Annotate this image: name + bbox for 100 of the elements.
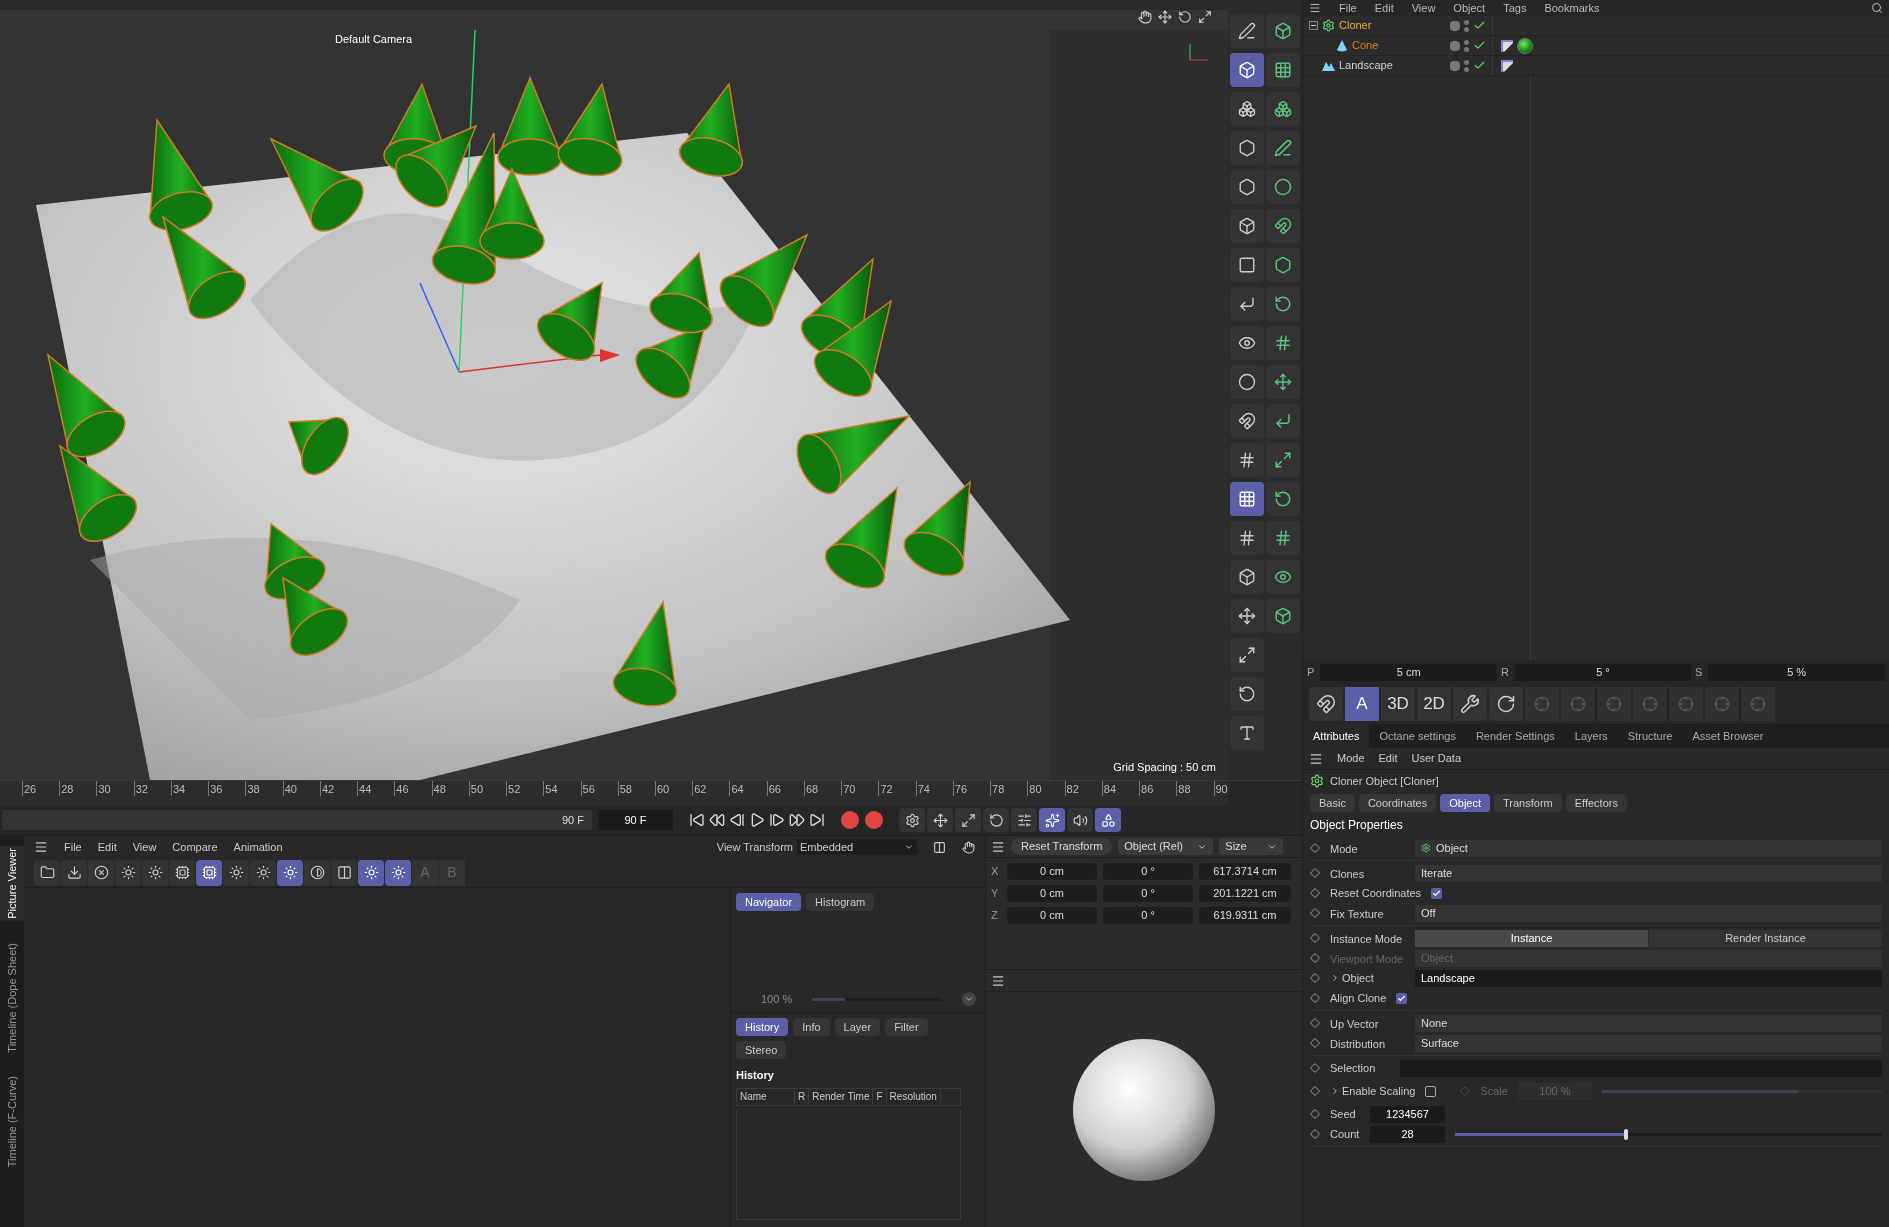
visibility-dots-icon[interactable]	[1464, 39, 1469, 52]
go-to-end-icon[interactable]	[809, 812, 825, 828]
hexagon-button[interactable]	[1230, 170, 1264, 204]
camera-label[interactable]: Default Camera	[335, 31, 413, 48]
previous-frame-icon[interactable]	[729, 812, 745, 828]
keyframe-diamond-icon[interactable]	[1310, 843, 1320, 853]
dropdown-button[interactable]	[962, 992, 977, 1006]
menu-item[interactable]: User Data	[1411, 750, 1462, 767]
pen-button[interactable]	[1230, 14, 1264, 48]
magnet-button[interactable]	[1230, 404, 1264, 438]
rotate-button[interactable]	[1230, 677, 1264, 711]
grid-button[interactable]	[1266, 53, 1300, 87]
tab[interactable]: Effectors	[1565, 794, 1627, 812]
burst-button[interactable]	[115, 859, 141, 886]
dropdown-field[interactable]: Object	[1415, 839, 1882, 857]
go-to-start-icon[interactable]	[689, 812, 705, 828]
menu-item[interactable]: Edit	[1378, 750, 1398, 767]
circle-button[interactable]	[1230, 365, 1264, 399]
view-transform-dropdown[interactable]: Embedded	[797, 839, 917, 855]
menu-item[interactable]: Animation	[233, 838, 283, 856]
checkbox[interactable]	[1431, 887, 1443, 899]
layer-icon[interactable]	[1450, 40, 1460, 51]
menu-item[interactable]: Edit	[97, 838, 117, 856]
tab[interactable]: Layer	[834, 1018, 881, 1036]
chip-button[interactable]	[169, 859, 195, 886]
expand-toggle[interactable]	[1309, 21, 1318, 30]
column-header[interactable]: Name	[737, 1089, 795, 1104]
previous-key-icon[interactable]	[709, 812, 725, 828]
size-field[interactable]: 619.9311 cm	[1199, 907, 1291, 924]
number-field[interactable]: 28	[1370, 1125, 1445, 1143]
side-tab[interactable]: Picture Viewer	[0, 846, 25, 921]
column-header[interactable]: Resolution	[886, 1089, 941, 1104]
menu-item[interactable]: Bookmarks	[1544, 0, 1600, 17]
side-tab[interactable]: Timeline (Dope Sheet)	[0, 940, 25, 1055]
dropdown-field[interactable]: Surface	[1415, 1034, 1882, 1052]
panel-tab[interactable]: Render Settings	[1465, 724, 1565, 748]
cube-button[interactable]	[1230, 560, 1264, 594]
size-field[interactable]: 201.1221 cm	[1199, 885, 1291, 902]
cubes-button[interactable]	[1230, 92, 1264, 126]
menu-item[interactable]: Mode	[1337, 750, 1365, 767]
layer-icon[interactable]	[1450, 60, 1460, 71]
cube-button[interactable]	[1230, 53, 1264, 87]
tab[interactable]: Filter	[885, 1018, 928, 1036]
menu-item[interactable]: File	[64, 838, 82, 856]
panel-tab[interactable]: Layers	[1564, 724, 1618, 748]
move-button[interactable]	[1230, 599, 1264, 633]
rotate-icon[interactable]	[1178, 10, 1192, 24]
size-mode-dropdown[interactable]: Size	[1219, 838, 1284, 855]
sparkles-button[interactable]	[1039, 808, 1065, 832]
move-button[interactable]	[1266, 365, 1300, 399]
snap-mode-button[interactable]: A	[1345, 687, 1379, 721]
scale-button[interactable]	[1266, 443, 1300, 477]
settings-button[interactable]	[899, 808, 925, 832]
phong-tag-icon[interactable]	[1501, 59, 1513, 72]
dropdown-field[interactable]: Off	[1415, 904, 1882, 922]
menu-item[interactable]: Tags	[1503, 0, 1527, 17]
scale-button[interactable]	[1230, 638, 1264, 672]
end-frame-field[interactable]: 90 F	[562, 811, 584, 829]
maximize-icon[interactable]	[1198, 10, 1212, 24]
axis-button[interactable]	[1266, 404, 1300, 438]
text-button[interactable]	[1230, 716, 1264, 750]
move-icon[interactable]	[1158, 10, 1172, 24]
wrench-button[interactable]	[1453, 687, 1487, 721]
stop-button[interactable]	[88, 859, 114, 886]
axis-button[interactable]	[1230, 287, 1264, 321]
rotate-button[interactable]	[983, 808, 1009, 832]
tab[interactable]: History	[736, 1018, 789, 1036]
current-frame-field[interactable]: 90 F	[598, 810, 673, 830]
sliders-button[interactable]	[1011, 808, 1037, 832]
dropdown-field[interactable]: Iterate	[1415, 864, 1882, 882]
snap-value-field[interactable]: 5 cm	[1320, 663, 1497, 681]
layer-icon[interactable]	[1450, 20, 1460, 31]
cube-button[interactable]	[1266, 599, 1300, 633]
pan-icon[interactable]	[1138, 10, 1152, 24]
dropdown-field[interactable]: None	[1415, 1014, 1882, 1032]
size-field[interactable]: 617.3714 cm	[1199, 863, 1291, 880]
menu-icon[interactable]	[1309, 751, 1323, 766]
scale-button[interactable]	[955, 808, 981, 832]
menu-item[interactable]: Object	[1453, 0, 1486, 17]
compare-button[interactable]	[331, 859, 357, 886]
check-icon[interactable]	[1473, 19, 1486, 32]
timeline-ruler[interactable]: 26 28 30 32 34 36 38 40 42 44 46 48 50 52 54 56 58 60 62 64 66 68 70 72 74 76 78 80 82 84 86 88 90	[0, 781, 1228, 805]
contrast-button[interactable]	[304, 859, 330, 886]
autokey-icon[interactable]	[865, 811, 883, 829]
visibility-dots-icon[interactable]	[1464, 59, 1469, 72]
search-icon[interactable]	[1871, 2, 1883, 14]
rotate-button[interactable]	[1266, 482, 1300, 516]
column-header[interactable]: Render Time	[809, 1089, 874, 1104]
snap-mode-button[interactable]: 3D	[1381, 687, 1415, 721]
circle-button[interactable]	[1266, 170, 1300, 204]
menu-icon[interactable]	[1309, 2, 1321, 14]
burst-button[interactable]	[250, 859, 276, 886]
cube-button[interactable]	[1230, 209, 1264, 243]
play-icon[interactable]	[749, 812, 765, 828]
visibility-dots-icon[interactable]	[1464, 19, 1469, 32]
tab[interactable]: Coordinates	[1358, 794, 1437, 812]
menu-item[interactable]: File	[1339, 0, 1357, 17]
folder-button[interactable]	[34, 859, 60, 886]
cube-button[interactable]	[1266, 14, 1300, 48]
tab[interactable]: Basic	[1310, 794, 1355, 812]
